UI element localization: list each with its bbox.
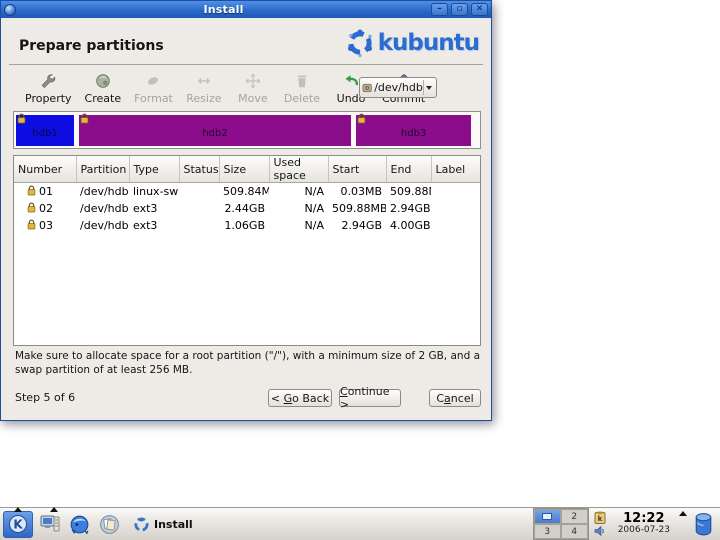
system-monitor-icon bbox=[40, 515, 59, 532]
header-separator bbox=[9, 64, 483, 65]
clock-time: 12:22 bbox=[623, 511, 665, 527]
partition-map: hdb1 hdb2 hdb3 bbox=[13, 111, 481, 149]
lock-icon bbox=[357, 113, 366, 123]
konqueror-globe-icon bbox=[70, 515, 89, 535]
device-selector[interactable]: /dev/hdb bbox=[359, 77, 437, 98]
help-launcher[interactable] bbox=[96, 511, 123, 538]
partition-segment-hdb1[interactable]: hdb1 bbox=[16, 113, 75, 146]
wrench-icon bbox=[37, 71, 59, 91]
lock-icon bbox=[27, 202, 36, 212]
lock-icon bbox=[17, 113, 26, 123]
move-button: Move bbox=[233, 70, 273, 106]
table-row[interactable]: 02 /dev/hdb2 ext3 2.44GB N/A 509.88MB 2.… bbox=[14, 200, 480, 217]
desktop: { "window": { "title": "Install", "title… bbox=[0, 0, 720, 540]
kmenu-popup-arrow-icon bbox=[14, 507, 22, 512]
column-end[interactable]: End bbox=[386, 156, 432, 183]
resize-button: Resize bbox=[184, 70, 224, 106]
column-number[interactable]: Number bbox=[14, 156, 77, 183]
table-row[interactable]: 03 /dev/hdb3 ext3 1.06GB N/A 2.94GB 4.00… bbox=[14, 217, 480, 234]
lock-icon bbox=[27, 219, 36, 229]
column-start[interactable]: Start bbox=[328, 156, 387, 183]
install-window: Install – ▫ ✕ Prepare partitions kubuntu… bbox=[0, 0, 492, 421]
pager-desktop-1[interactable] bbox=[533, 509, 561, 524]
column-type[interactable]: Type bbox=[129, 156, 180, 183]
format-icon bbox=[142, 71, 164, 91]
column-partition[interactable]: Partition bbox=[76, 156, 130, 183]
task-label: Install bbox=[154, 517, 193, 531]
property-button[interactable]: Property bbox=[23, 70, 74, 106]
kmenu-button[interactable]: K bbox=[3, 510, 33, 538]
go-back-button[interactable]: < Go Back bbox=[268, 389, 332, 407]
trash-icon bbox=[291, 71, 313, 91]
kubuntu-logo-text: kubuntu bbox=[377, 30, 480, 56]
svg-text:k: k bbox=[598, 515, 603, 523]
hint-text: Make sure to allocate space for a root p… bbox=[15, 350, 481, 376]
volume-icon[interactable] bbox=[594, 525, 607, 538]
desktop-pager: 2 3 4 bbox=[532, 508, 589, 540]
maximize-button[interactable]: ▫ bbox=[451, 3, 468, 16]
create-icon bbox=[92, 71, 114, 91]
table-header-row: Number Partition Type Status Size Used s… bbox=[14, 156, 480, 183]
delete-button: Delete bbox=[282, 70, 322, 106]
pager-desktop-3[interactable]: 3 bbox=[533, 524, 561, 539]
pager-desktop-2[interactable]: 2 bbox=[560, 509, 588, 524]
system-menu-launcher[interactable] bbox=[36, 511, 63, 538]
page-title: Prepare partitions bbox=[19, 38, 164, 54]
minimize-button[interactable]: – bbox=[431, 3, 448, 16]
clock-date: 2006-07-23 bbox=[617, 525, 670, 536]
lock-icon bbox=[80, 113, 89, 123]
taskbar: K Install 2 3 4 k 12:22 2006-07-23 bbox=[0, 507, 720, 540]
storage-cylinder-icon bbox=[695, 512, 712, 535]
dropdown-arrow-icon[interactable] bbox=[422, 80, 434, 95]
install-task-icon bbox=[134, 516, 149, 532]
column-label[interactable]: Label bbox=[431, 156, 480, 183]
klipper-icon[interactable]: k bbox=[594, 511, 607, 524]
kubuntu-logo-icon bbox=[347, 29, 372, 58]
lock-icon bbox=[27, 185, 36, 196]
kde-k-gear-icon: K bbox=[9, 515, 27, 533]
pager-desktop-4[interactable]: 4 bbox=[560, 524, 588, 539]
partition-segment-hdb3[interactable]: hdb3 bbox=[355, 113, 472, 146]
konqueror-launcher[interactable] bbox=[66, 511, 93, 538]
create-button[interactable]: Create bbox=[83, 70, 124, 106]
table-row[interactable]: 01 /dev/hdb1 linux-swap 509.84MB N/A 0.0… bbox=[14, 183, 480, 200]
titlebar[interactable]: Install – ▫ ✕ bbox=[1, 1, 491, 18]
panel-hide-arrow-icon[interactable] bbox=[679, 511, 687, 516]
kubuntu-logo: kubuntu bbox=[345, 28, 480, 58]
device-selector-value: /dev/hdb bbox=[374, 81, 423, 94]
taskbar-task-install[interactable]: Install bbox=[126, 511, 201, 538]
cancel-button[interactable]: Cancel bbox=[429, 389, 481, 407]
window-title: Install bbox=[203, 3, 244, 16]
system-tray: k bbox=[592, 511, 609, 538]
continue-button[interactable]: Continue > bbox=[339, 385, 401, 411]
documents-bundle-icon bbox=[100, 514, 119, 534]
column-status[interactable]: Status bbox=[179, 156, 220, 183]
system-popup-arrow-icon bbox=[50, 507, 58, 512]
window-kubuntu-icon bbox=[4, 3, 16, 16]
step-indicator: Step 5 of 6 bbox=[15, 391, 76, 404]
resize-arrows-icon bbox=[193, 71, 215, 91]
move-arrows-icon bbox=[242, 71, 264, 91]
column-size[interactable]: Size bbox=[219, 156, 270, 183]
column-used-space[interactable]: Used space bbox=[269, 156, 329, 183]
partition-table: Number Partition Type Status Size Used s… bbox=[13, 155, 481, 346]
close-button[interactable]: ✕ bbox=[471, 3, 488, 16]
partition-segment-hdb2[interactable]: hdb2 bbox=[79, 113, 351, 146]
disk-icon bbox=[362, 83, 372, 92]
window-thumbnail bbox=[542, 513, 553, 520]
device-notifier[interactable] bbox=[690, 511, 717, 538]
svg-text:K: K bbox=[13, 518, 23, 532]
format-button: Format bbox=[132, 70, 175, 106]
taskbar-clock[interactable]: 12:22 2006-07-23 bbox=[612, 512, 676, 535]
